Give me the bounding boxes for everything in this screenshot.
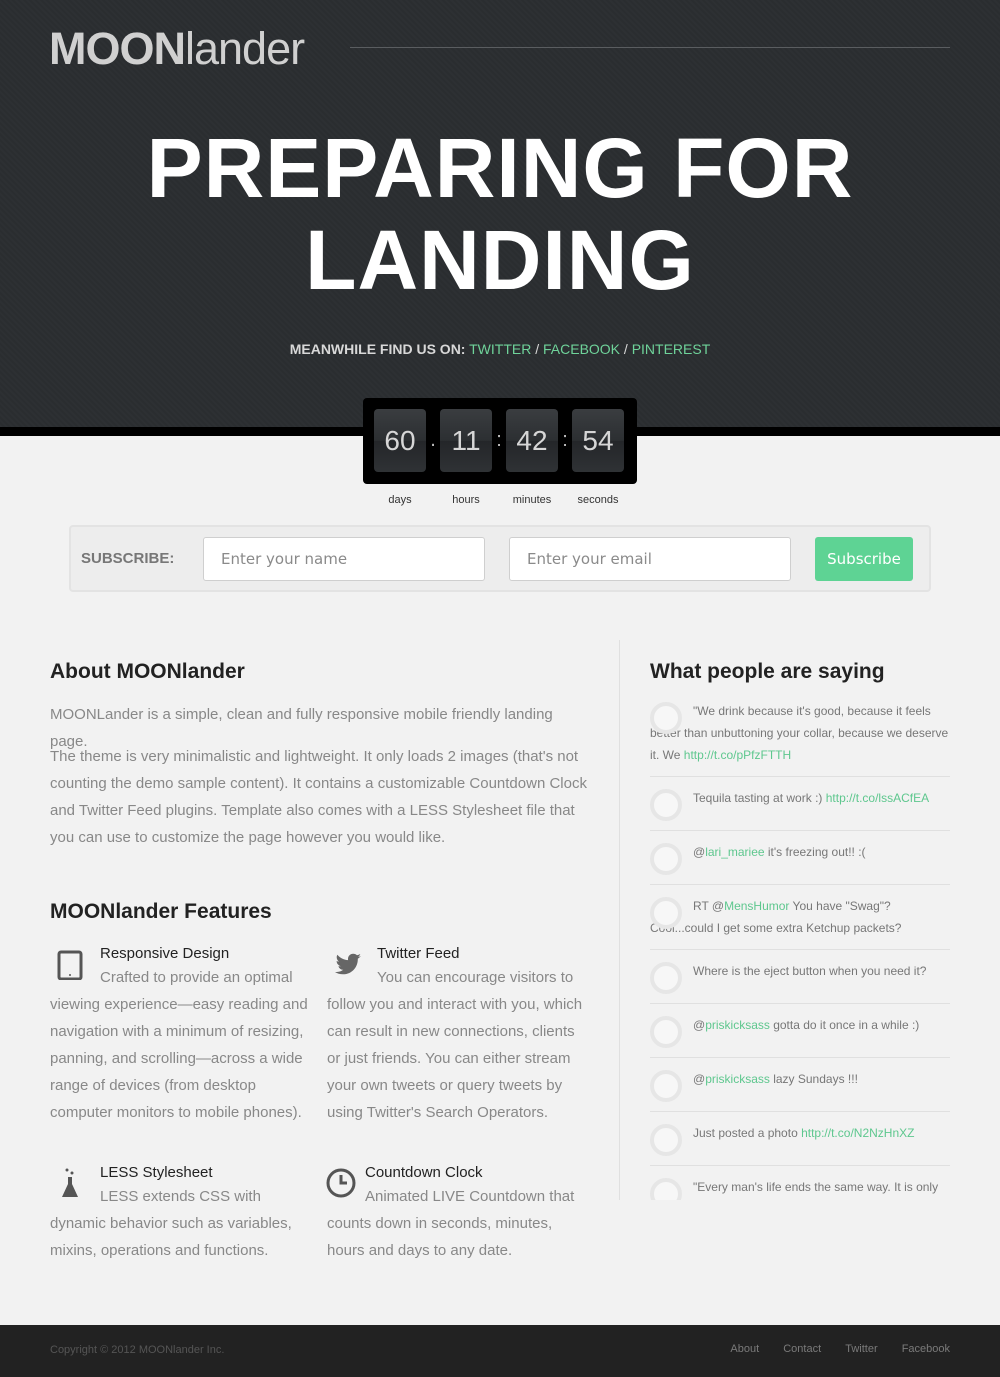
tweet-text: lazy Sundays !!! <box>769 1072 858 1086</box>
separator: / <box>623 341 628 357</box>
about-paragraph-2: The theme is very minimalistic and light… <box>50 748 587 846</box>
tweet-link[interactable]: http://t.co/N2NzHnXZ <box>801 1126 914 1140</box>
features-title: MOONlander Features <box>50 900 272 923</box>
tweet-item: Tequila tasting at work :) http://t.co/l… <box>650 787 950 831</box>
countdown-label-minutes: minutes <box>512 494 552 506</box>
avatar <box>650 789 682 821</box>
tweet-item: Just posted a photo http://t.co/N2NzHnXZ <box>650 1122 950 1166</box>
feature-title: LESS Stylesheet <box>100 1164 213 1181</box>
countdown-label-days: days <box>388 494 412 506</box>
countdown-seconds: 54 <box>572 409 624 472</box>
tweet-item: @lari_mariee it's freezing out!! :( <box>650 841 950 885</box>
separator: / <box>535 341 540 357</box>
footer: Copyright © 2012 MOONlander Inc. About C… <box>0 1325 1000 1377</box>
countdown-days: 60 <box>374 409 426 472</box>
tablet-icon <box>57 950 83 980</box>
countdown-minutes: 42 <box>506 409 558 472</box>
twitter-link[interactable]: TWITTER <box>469 341 531 357</box>
flask-icon <box>62 1168 78 1197</box>
tweet-link[interactable]: http://t.co/lssACfEA <box>826 791 929 805</box>
logo-bold: MOON <box>49 23 186 74</box>
avatar <box>650 843 682 875</box>
avatar <box>650 1070 682 1102</box>
about-title: About MOONlander <box>50 660 245 683</box>
tweet-text: it's freezing out!! :( <box>764 845 866 859</box>
tweet-link[interactable]: priskicksass <box>705 1018 770 1032</box>
tweet-item: @priskicksass gotta do it once in a whil… <box>650 1014 950 1058</box>
tweet-link[interactable]: lari_mariee <box>705 845 764 859</box>
tweet-text: "Every man's life ends the same way. It … <box>693 1180 939 1194</box>
find-us-label: MEANWHILE FIND US ON: <box>289 341 466 357</box>
logo[interactable]: MOONlander <box>49 23 305 74</box>
avatar <box>650 702 682 734</box>
tweet-text: @ <box>693 1072 706 1086</box>
avatar <box>650 1178 682 1200</box>
subscribe-label: SUBSCRIBE: <box>81 550 175 567</box>
email-input[interactable] <box>509 537 791 581</box>
facebook-link[interactable]: FACEBOOK <box>543 341 620 357</box>
feature-twitter: Twitter Feed You can encourage visitors … <box>327 944 589 1126</box>
tweet-text: Just posted a photo <box>693 1126 802 1140</box>
tweet-item: @priskicksass lazy Sundays !!! <box>650 1068 950 1112</box>
tweet-item: Where is the eject button when you need … <box>650 960 950 1004</box>
tweet-link[interactable]: MensHumor <box>724 899 789 913</box>
feature-countdown: Countdown Clock Animated LIVE Countdown … <box>326 1163 589 1264</box>
tweet-text: @ <box>693 1018 706 1032</box>
feature-title: Responsive Design <box>100 945 230 962</box>
headline-line-1: PREPARING FOR <box>146 121 854 215</box>
feature-text: Crafted to provide an optimal viewing ex… <box>50 969 308 1121</box>
countdown-separator: : <box>496 429 502 451</box>
countdown-separator: . <box>430 429 436 451</box>
feature-title: Twitter Feed <box>377 945 460 962</box>
headline-line-2: LANDING <box>305 213 695 307</box>
avatar <box>650 962 682 994</box>
footer-nav: About Contact Twitter Facebook <box>709 1343 950 1355</box>
hero-header: MOONlander PREPARING FOR LANDING MEANWHI… <box>0 0 1000 436</box>
footer-link-twitter[interactable]: Twitter <box>845 1343 877 1355</box>
countdown-separator: : <box>562 429 568 451</box>
tweet-item: "We drink because it's good, because it … <box>650 700 950 777</box>
tweet-item: RT @MensHumor You have "Swag"? Cool...co… <box>650 895 950 950</box>
column-divider <box>619 640 620 1200</box>
footer-link-about[interactable]: About <box>730 1343 759 1355</box>
tweet-link[interactable]: http://t.co/pPfzFTTH <box>684 748 791 762</box>
header-divider <box>350 47 950 48</box>
feature-title: Countdown Clock <box>365 1164 483 1181</box>
tweet-link[interactable]: priskicksass <box>705 1072 770 1086</box>
avatar <box>650 1016 682 1048</box>
name-input[interactable] <box>203 537 485 581</box>
countdown-hours: 11 <box>440 409 492 472</box>
countdown-clock: 60 . 11 : 42 : 54 <box>363 398 637 484</box>
tweet-item: "Every man's life ends the same way. It … <box>650 1176 950 1200</box>
logo-light: lander <box>185 23 305 74</box>
avatar <box>650 897 682 929</box>
countdown-label-seconds: seconds <box>577 494 619 506</box>
footer-link-contact[interactable]: Contact <box>783 1343 821 1355</box>
pinterest-link[interactable]: PINTEREST <box>632 341 711 357</box>
subscribe-button[interactable]: Subscribe <box>815 537 913 581</box>
twitter-bird-icon <box>335 953 361 975</box>
feature-responsive: Responsive Design Crafted to provide an … <box>50 944 312 1126</box>
avatar <box>650 1124 682 1156</box>
countdown-label-hours: hours <box>452 494 480 506</box>
social-links: MEANWHILE FIND US ON: TWITTER / FACEBOOK… <box>0 339 1000 359</box>
tweet-text: Tequila tasting at work :) <box>693 791 826 805</box>
testimonials-title: What people are saying <box>650 660 885 683</box>
footer-link-facebook[interactable]: Facebook <box>902 1343 950 1355</box>
tweet-text: @ <box>693 845 706 859</box>
feature-less: LESS Stylesheet LESS extends CSS with dy… <box>50 1163 312 1264</box>
tweet-text: RT @ <box>693 899 725 913</box>
tweet-text: gotta do it once in a while :) <box>769 1018 920 1032</box>
tweet-text: Where is the eject button when you need … <box>693 964 927 978</box>
subscribe-form: SUBSCRIBE: Subscribe <box>69 525 931 592</box>
feature-text: You can encourage visitors to follow you… <box>327 969 583 1121</box>
clock-icon <box>326 1168 356 1198</box>
tweet-feed: "We drink because it's good, because it … <box>650 700 950 1200</box>
copyright-text: Copyright © 2012 MOONlander Inc. <box>50 1344 225 1356</box>
